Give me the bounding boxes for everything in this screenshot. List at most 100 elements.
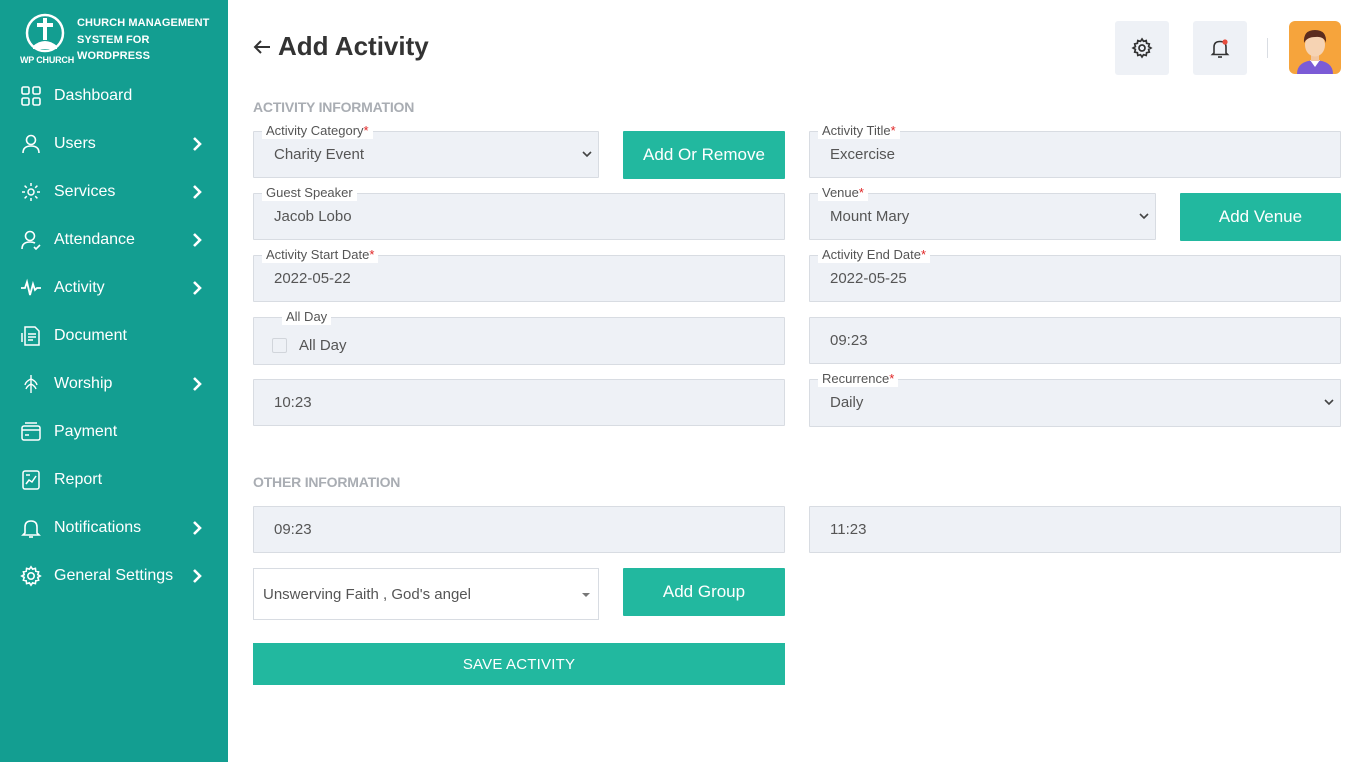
sidebar-item-label: Dashboard (54, 87, 133, 104)
grid-icon (21, 86, 41, 106)
recurrence-label: Recurrence* (818, 371, 899, 387)
chevron-right-icon (193, 281, 202, 295)
guest-speaker-value: Jacob Lobo (274, 208, 352, 225)
payment-icon (21, 422, 41, 441)
activity-title-value: Excercise (830, 146, 896, 163)
bell-icon (21, 520, 41, 538)
sidebar-item-attendance[interactable]: Attendance (0, 216, 228, 264)
save-activity-button[interactable]: SAVE ACTIVITY (253, 643, 785, 685)
gear-icon (1131, 37, 1153, 59)
add-or-remove-button[interactable]: Add Or Remove (623, 131, 785, 179)
guest-speaker-label: Guest Speaker (262, 185, 357, 201)
end-time-field[interactable]: 10:23 (253, 379, 785, 426)
sidebar-item-activity[interactable]: Activity (0, 264, 228, 312)
sidebar-nav: Dashboard Users Services Attendance Acti… (0, 72, 228, 600)
sidebar-item-dashboard[interactable]: Dashboard (0, 72, 228, 120)
required-mark: * (363, 123, 369, 138)
sidebar-item-label: Document (54, 327, 127, 344)
sidebar: WP CHURCH CHURCH MANAGEMENT SYSTEM FOR W… (0, 0, 228, 762)
activity-start-date-field[interactable]: Activity Start Date* 2022-05-22 (253, 247, 785, 302)
brand[interactable]: WP CHURCH CHURCH MANAGEMENT SYSTEM FOR W… (20, 12, 220, 68)
sidebar-item-users[interactable]: Users (0, 120, 228, 168)
activity-title-label: Activity Title* (818, 123, 900, 139)
sidebar-item-label: Notifications (54, 519, 142, 536)
required-mark: * (858, 185, 864, 200)
required-mark: * (890, 123, 896, 138)
recurrence-label-text: Recurrence (822, 371, 890, 386)
group-multiselect[interactable]: Unswerving Faith , God's angel (253, 568, 599, 620)
sidebar-item-label: General Settings (54, 567, 174, 584)
activity-category-select[interactable]: Activity Category* Charity Event (253, 123, 599, 178)
required-mark: * (889, 371, 895, 386)
services-icon (22, 183, 40, 201)
brand-line-1: CHURCH MANAGEMENT (77, 17, 210, 29)
avatar[interactable] (1289, 21, 1341, 74)
sidebar-item-general-settings[interactable]: General Settings (0, 552, 228, 600)
activity-end-date-field[interactable]: Activity End Date* 2022-05-25 (809, 247, 1341, 302)
activity-title-field[interactable]: Activity Title* Excercise (809, 123, 1341, 178)
user-icon (22, 134, 40, 154)
other-time-2-value: 11:23 (830, 521, 867, 538)
other-time-2-field[interactable]: 11:23 (809, 506, 1341, 553)
all-day-field: All Day All Day (253, 309, 785, 365)
brand-line-3: WORDPRESS (77, 50, 151, 62)
group-multiselect-value: Unswerving Faith , God's angel (263, 586, 471, 603)
venue-select[interactable]: Venue* Mount Mary (809, 185, 1156, 240)
guest-speaker-field[interactable]: Guest Speaker Jacob Lobo (253, 185, 785, 240)
gear-icon (20, 565, 42, 587)
sidebar-item-label: Users (54, 135, 96, 152)
attendance-icon (21, 230, 41, 251)
sidebar-item-document[interactable]: Document (0, 312, 228, 360)
sidebar-item-services[interactable]: Services (0, 168, 228, 216)
all-day-checkbox-label[interactable]: All Day (299, 337, 347, 354)
other-time-1-field[interactable]: 09:23 (253, 506, 785, 553)
bell-icon (1210, 39, 1230, 58)
activity-start-date-label: Activity Start Date* (262, 247, 379, 263)
section-title-activity-information: ACTIVITY INFORMATION (253, 99, 415, 115)
sidebar-item-report[interactable]: Report (0, 456, 228, 504)
chevron-right-icon (193, 137, 202, 151)
brand-line-2: SYSTEM FOR (77, 33, 150, 46)
required-mark: * (921, 247, 927, 262)
page-title: Add Activity (278, 31, 429, 61)
chevron-right-icon (193, 377, 202, 391)
settings-button[interactable] (1115, 21, 1169, 75)
other-time-1-value: 09:23 (274, 521, 312, 538)
sidebar-item-label: Report (54, 471, 103, 488)
recurrence-value: Daily (830, 394, 864, 411)
chevron-right-icon (193, 233, 202, 247)
back-arrow-icon[interactable] (252, 37, 272, 57)
start-date-label-text: Activity Start Date (266, 247, 370, 262)
brand-logo-text: WP CHURCH (20, 55, 75, 65)
sidebar-item-label: Activity (54, 279, 105, 296)
chevron-down-icon (1324, 399, 1334, 406)
worship-icon (24, 375, 38, 393)
required-mark: * (369, 247, 375, 262)
add-venue-button[interactable]: Add Venue (1180, 193, 1341, 241)
all-day-checkbox[interactable] (272, 338, 287, 353)
document-icon (21, 326, 40, 346)
sidebar-item-worship[interactable]: Worship (0, 360, 228, 408)
chevron-right-icon (193, 185, 202, 199)
start-time-field[interactable]: 09:23 (809, 317, 1341, 364)
sidebar-item-label: Worship (54, 375, 113, 392)
church-logo-icon: WP CHURCH (20, 12, 75, 66)
all-day-label: All Day (282, 309, 332, 325)
header-divider (1267, 38, 1268, 58)
chevron-down-icon (1139, 213, 1149, 220)
section-title-other-information: OTHER INFORMATION (253, 474, 401, 490)
activity-category-label: Activity Category* (262, 123, 373, 139)
chevron-down-icon (582, 151, 592, 158)
pulse-icon (21, 278, 41, 296)
activity-end-date-label: Activity End Date* (818, 247, 931, 263)
recurrence-select[interactable]: Recurrence* Daily (809, 371, 1341, 427)
sidebar-item-notifications[interactable]: Notifications (0, 504, 228, 552)
sidebar-item-payment[interactable]: Payment (0, 408, 228, 456)
sidebar-item-label: Services (54, 183, 116, 200)
notifications-button[interactable] (1193, 21, 1247, 75)
caret-down-icon (582, 593, 590, 597)
venue-value: Mount Mary (830, 208, 910, 225)
add-group-button[interactable]: Add Group (623, 568, 785, 616)
activity-category-value: Charity Event (274, 146, 365, 163)
chevron-right-icon (193, 521, 202, 535)
